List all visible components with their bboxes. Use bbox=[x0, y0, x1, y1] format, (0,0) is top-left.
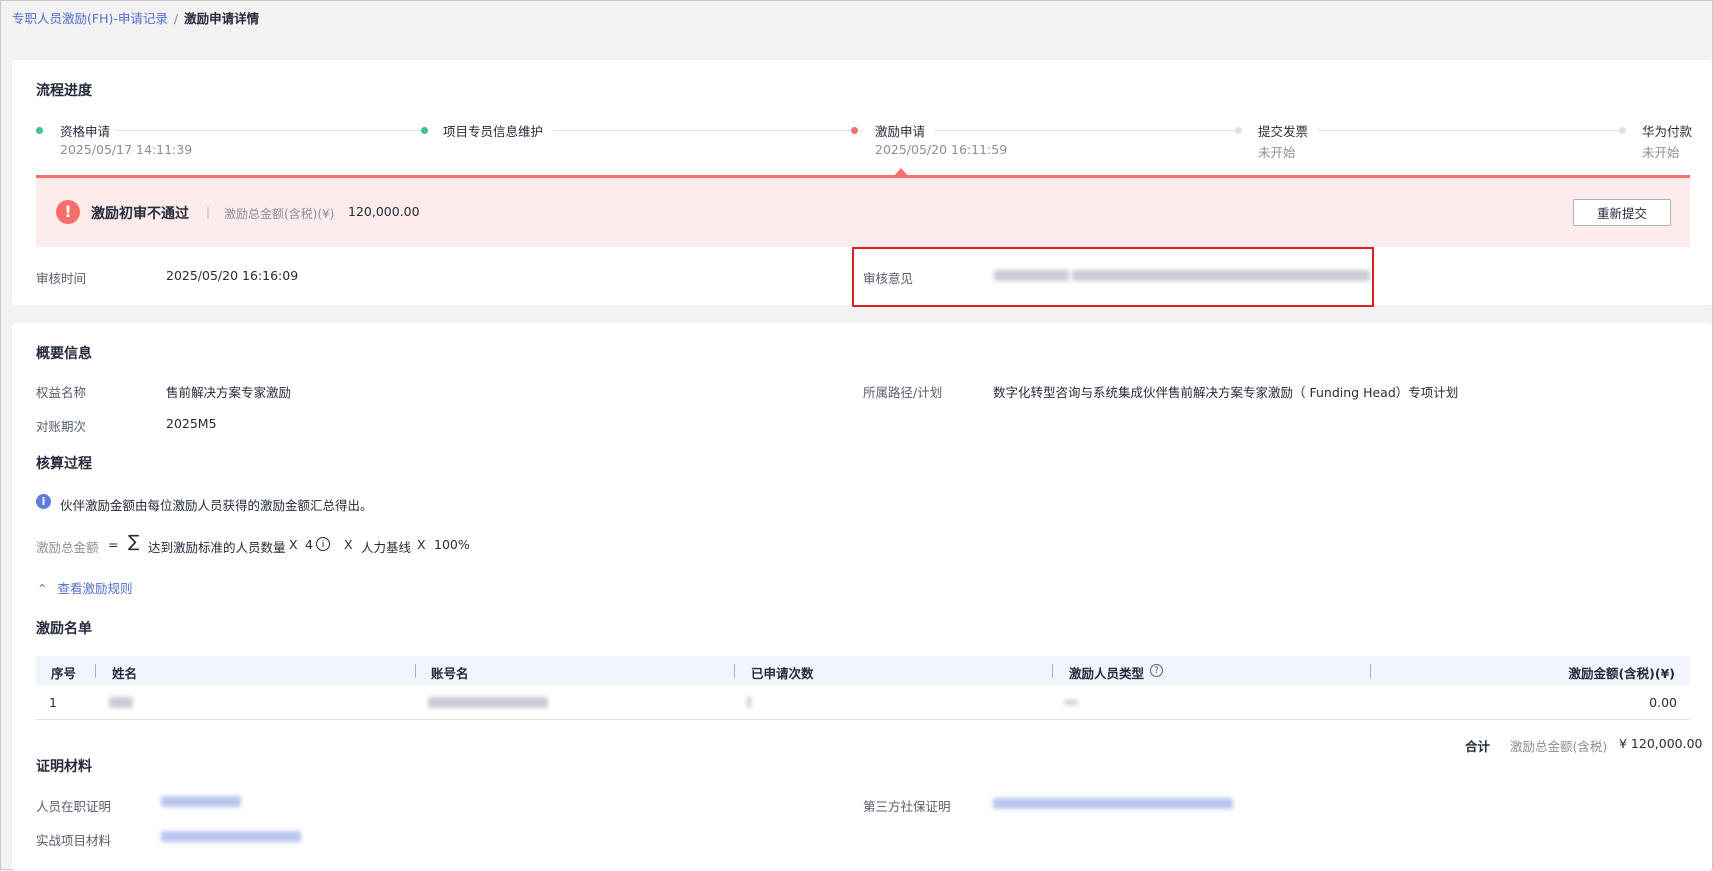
period-label: 对账期次 bbox=[36, 419, 87, 434]
step-dot-current bbox=[851, 127, 858, 134]
col-apply-count: 已申请次数 bbox=[751, 666, 814, 681]
summary-title: 概要信息 bbox=[36, 346, 92, 362]
review-time-value: 2025/05/20 16:16:09 bbox=[166, 268, 299, 283]
alert-title: 激励初审不通过 bbox=[91, 206, 189, 222]
step-label-qualification: 资格申请 bbox=[60, 124, 111, 139]
col-amount: 激励金额(含税)(¥) bbox=[1568, 666, 1675, 681]
formula-equals: = bbox=[108, 537, 119, 552]
step-time-invoice: 未开始 bbox=[1258, 145, 1296, 160]
step-dot-pending bbox=[1235, 127, 1242, 134]
step-label-maintenance: 项目专员信息维护 bbox=[443, 124, 544, 139]
formula-label: 激励总金额 bbox=[36, 540, 99, 555]
row-staff-type-redacted bbox=[1064, 700, 1078, 705]
row-apply-count-redacted bbox=[747, 696, 751, 708]
chevron-up-icon: ⌃ bbox=[37, 581, 48, 596]
row-name-redacted bbox=[109, 697, 133, 708]
plan-label: 所属路径/计划 bbox=[863, 385, 943, 400]
col-staff-type: 激励人员类型 bbox=[1069, 666, 1145, 681]
row-index: 1 bbox=[49, 695, 57, 710]
formula-times: X bbox=[344, 537, 353, 552]
breadcrumb-current: 激励申请详情 bbox=[184, 11, 260, 26]
step-dot-done bbox=[421, 127, 428, 134]
incentive-list-title: 激励名单 bbox=[36, 621, 92, 637]
total-label: 合计 bbox=[1465, 739, 1491, 754]
table-row: 1 0.00 bbox=[36, 685, 1690, 720]
detail-card bbox=[12, 323, 1712, 871]
row-amount: 0.00 bbox=[1649, 695, 1677, 710]
table-header: 序号 姓名 账号名 已申请次数 激励人员类型 ? 激励金额(含税)(¥) bbox=[36, 656, 1690, 685]
breadcrumb: 专职人员激励(FH)-申请记录 / 激励申请详情 bbox=[12, 8, 259, 27]
benefit-name-value: 售前解决方案专家激励 bbox=[166, 385, 292, 400]
factor-info-icon[interactable]: i bbox=[316, 537, 330, 551]
employment-proof-file-link[interactable] bbox=[161, 796, 241, 807]
review-rejected-alert: ! 激励初审不通过 | 激励总金额(含税)(¥) 120,000.00 重新提交 bbox=[36, 178, 1690, 247]
step-label-incentive-apply: 激励申请 bbox=[875, 124, 926, 139]
progress-title: 流程进度 bbox=[36, 83, 92, 99]
step-dot-pending bbox=[1619, 127, 1626, 134]
social-security-proof-file-link[interactable] bbox=[993, 798, 1233, 809]
step-time-payment: 未开始 bbox=[1642, 145, 1680, 160]
total-amount-label: 激励总金额(含税) bbox=[1510, 739, 1608, 754]
col-index: 序号 bbox=[51, 666, 77, 681]
alert-amount-value: 120,000.00 bbox=[348, 204, 420, 219]
step-time-incentive-apply: 2025/05/20 16:11:59 bbox=[875, 142, 1008, 157]
formula-factor: 4 bbox=[305, 537, 313, 552]
formula-term-baseline: 人力基线 bbox=[361, 540, 412, 555]
formula-term-headcount: 达到激励标准的人员数量 bbox=[148, 540, 286, 555]
formula-term-percent: 100% bbox=[434, 537, 470, 552]
calculation-info-text: 伙伴激励金额由每位激励人员获得的激励金额汇总得出。 bbox=[60, 498, 373, 513]
plan-value: 数字化转型咨询与系统集成伙伴售前解决方案专家激励（ Funding Head）专… bbox=[993, 385, 1459, 400]
social-security-proof-label: 第三方社保证明 bbox=[863, 799, 951, 814]
project-material-label: 实战项目材料 bbox=[36, 833, 112, 848]
step-label-invoice: 提交发票 bbox=[1258, 124, 1309, 139]
step-label-payment: 华为付款 bbox=[1642, 124, 1693, 139]
step-connector bbox=[116, 130, 424, 131]
alert-divider: | bbox=[206, 205, 211, 219]
view-rules-label: 查看激励规则 bbox=[57, 581, 133, 596]
resubmit-button[interactable]: 重新提交 bbox=[1573, 199, 1671, 226]
calculation-title: 核算过程 bbox=[36, 456, 92, 472]
col-account: 账号名 bbox=[431, 666, 469, 681]
col-separator bbox=[1370, 664, 1371, 678]
review-opinion-highlight bbox=[852, 247, 1374, 307]
info-icon: i bbox=[36, 494, 51, 509]
period-value: 2025M5 bbox=[166, 416, 217, 431]
formula-times: X bbox=[417, 537, 426, 552]
view-rules-link[interactable]: ⌃ 查看激励规则 bbox=[37, 578, 132, 597]
question-icon[interactable]: ? bbox=[1150, 664, 1163, 677]
row-account-redacted bbox=[428, 697, 548, 708]
breadcrumb-separator: / bbox=[173, 11, 179, 26]
col-name: 姓名 bbox=[112, 666, 138, 681]
breadcrumb-parent-link[interactable]: 专职人员激励(FH)-申请记录 bbox=[12, 11, 168, 26]
employment-proof-label: 人员在职证明 bbox=[36, 799, 112, 814]
project-material-file-link[interactable] bbox=[161, 831, 301, 842]
review-time-label: 审核时间 bbox=[36, 271, 87, 286]
col-separator bbox=[95, 664, 96, 678]
col-separator bbox=[734, 664, 735, 678]
col-separator bbox=[1052, 664, 1053, 678]
alert-amount-label: 激励总金额(含税)(¥) bbox=[224, 207, 335, 221]
exclamation-icon: ! bbox=[56, 200, 80, 224]
formula-sigma: ∑ bbox=[128, 532, 140, 552]
benefit-name-label: 权益名称 bbox=[36, 385, 87, 400]
step-connector bbox=[1318, 130, 1620, 131]
step-connector bbox=[935, 130, 1237, 131]
step-connector bbox=[553, 130, 853, 131]
step-dot-done bbox=[36, 127, 43, 134]
materials-title: 证明材料 bbox=[36, 759, 92, 775]
total-amount-value: ¥ 120,000.00 bbox=[1619, 736, 1703, 751]
formula-times: X bbox=[289, 537, 298, 552]
step-time-qualification: 2025/05/17 14:11:39 bbox=[60, 142, 193, 157]
col-separator bbox=[415, 664, 416, 678]
